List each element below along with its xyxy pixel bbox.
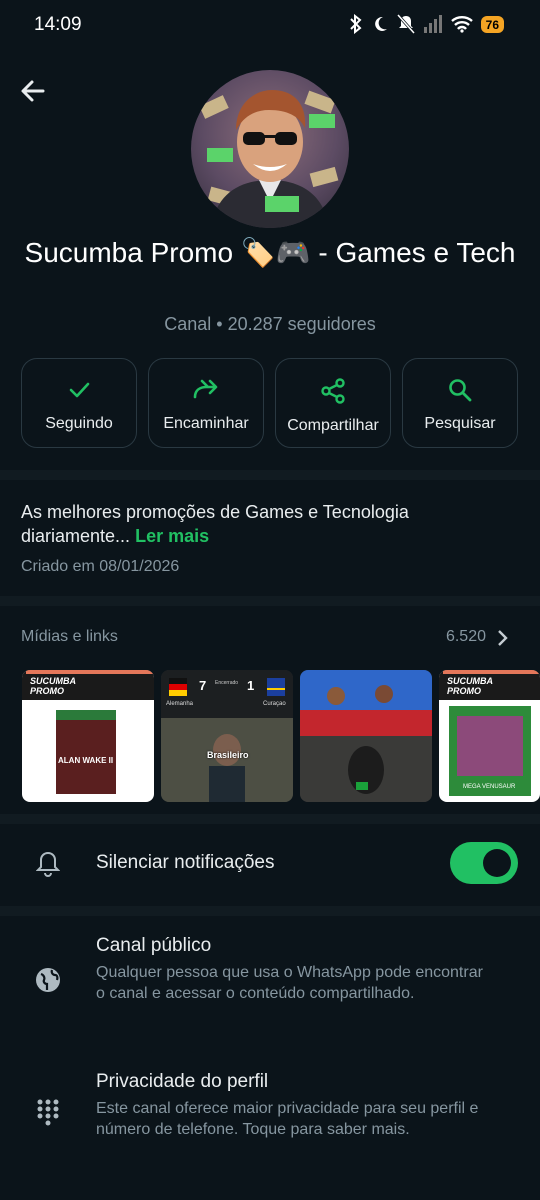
- media-chevron-button[interactable]: [496, 628, 510, 653]
- media-thumb[interactable]: 7 1 Encerrado Alemanha Curaçao Brasileir…: [161, 670, 293, 802]
- mute-toggle[interactable]: [450, 842, 518, 884]
- channel-title: Sucumba Promo 🏷️🎮 - Games e Tech: [24, 237, 516, 268]
- media-thumb[interactable]: SUCUMBA PROMO ALAN WAKE II: [22, 670, 154, 802]
- avatar-illustration: [199, 90, 339, 228]
- check-icon: [69, 382, 90, 398]
- share-button[interactable]: Compartilhar: [275, 358, 391, 448]
- mute-label: Silenciar notificações: [96, 852, 275, 873]
- channel-subtitle: Canal • 20.287 seguidores: [164, 314, 376, 334]
- share-label: Compartilhar: [287, 417, 379, 434]
- back-button[interactable]: [18, 76, 48, 106]
- public-channel-label: Canal público: [96, 935, 212, 956]
- channel-avatar[interactable]: [191, 70, 349, 228]
- search-label: Pesquisar: [424, 415, 496, 432]
- bell-icon: [36, 851, 60, 877]
- channel-description: As melhores promoções de Games e Tecnolo…: [21, 500, 521, 548]
- section-divider: [0, 470, 540, 480]
- thumb-team-a: Alemanha: [166, 701, 194, 707]
- thumb-caption: ALAN WAKE II: [58, 756, 114, 765]
- media-header[interactable]: Mídias e links: [21, 628, 118, 646]
- search-button[interactable]: Pesquisar: [402, 358, 518, 448]
- bell-off-icon: [396, 14, 415, 34]
- status-bar: 14:09 76: [0, 0, 540, 50]
- signal-icon: [423, 15, 442, 33]
- created-date: Criado em 08/01/2026: [21, 558, 180, 575]
- arrow-left-icon: [21, 80, 45, 102]
- share-icon: [321, 378, 345, 404]
- forward-button[interactable]: Encaminhar: [148, 358, 264, 448]
- moon-icon: [374, 16, 387, 31]
- bluetooth-icon: [349, 14, 362, 34]
- battery-indicator: 76: [480, 15, 504, 33]
- read-more-link[interactable]: Ler mais: [135, 526, 209, 546]
- thumb-score-graphic: [161, 670, 293, 802]
- thumb-status: Encerrado: [215, 680, 239, 686]
- following-button[interactable]: Seguindo: [21, 358, 137, 448]
- privacy-description: Este canal oferece maior privacidade par…: [96, 1100, 479, 1138]
- thumb-players-graphic: [300, 670, 432, 802]
- thumb-score-b: 1: [247, 678, 255, 693]
- media-thumb[interactable]: SUCUMBA PROMO MEGA VENUSAUR: [439, 670, 540, 802]
- media-row: SUCUMBA PROMO ALAN WAKE II 7 1 Encerrado…: [22, 670, 540, 802]
- section-divider: [0, 814, 540, 824]
- globe-icon: [36, 968, 60, 992]
- media-thumb[interactable]: [300, 670, 432, 802]
- description-text: As melhores promoções de Games e Tecnolo…: [21, 502, 409, 546]
- thumb-tag: Brasileiro: [207, 750, 249, 760]
- search-icon: [449, 379, 472, 402]
- section-divider: [0, 906, 540, 916]
- action-buttons: Seguindo Encaminhar Compartilhar Pesquis…: [21, 358, 518, 448]
- chevron-right-icon: [498, 630, 508, 646]
- forward-icon: [193, 379, 218, 399]
- thumb-brand: SUCUMBA PROMO: [30, 676, 76, 696]
- thumb-team-b: Curaçao: [263, 701, 286, 707]
- wifi-icon: [450, 16, 473, 33]
- public-channel-description: Qualquer pessoa que usa o WhatsApp pode …: [96, 964, 483, 1002]
- dialpad-icon: [37, 1099, 59, 1126]
- forward-label: Encaminhar: [163, 415, 249, 432]
- status-time: 14:09: [34, 14, 82, 35]
- following-label: Seguindo: [45, 415, 113, 432]
- privacy-label: Privacidade do perfil: [96, 1071, 269, 1092]
- thumb-score-a: 7: [199, 678, 207, 693]
- section-divider: [0, 596, 540, 606]
- media-count[interactable]: 6.520: [446, 628, 486, 646]
- thumb-brand: SUCUMBA PROMO: [447, 676, 493, 696]
- status-icons: 76: [349, 14, 504, 34]
- toggle-knob: [483, 849, 511, 877]
- thumb-caption: MEGA VENUSAUR: [463, 784, 516, 790]
